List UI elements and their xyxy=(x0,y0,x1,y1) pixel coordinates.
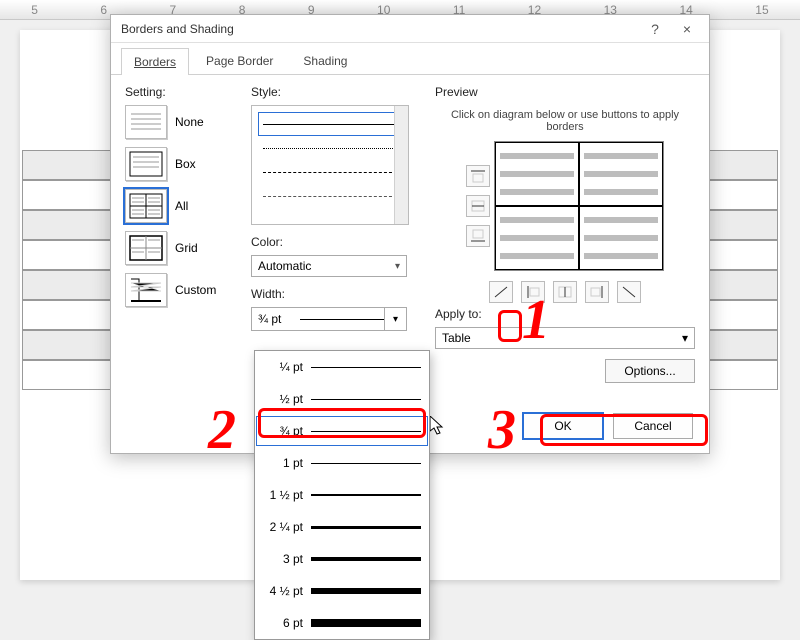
width-option-sample xyxy=(311,557,421,561)
apply-to-value: Table xyxy=(442,331,471,345)
setting-all[interactable]: All xyxy=(125,189,245,223)
width-dropdown-list[interactable]: ¼ pt ½ pt ¾ pt 1 pt 1 ½ pt 2 ¼ pt 3 pt 4 ½ pt 6 … xyxy=(254,350,430,640)
preview-btn-right-border[interactable] xyxy=(585,281,609,303)
width-combo[interactable]: ¾ pt ▾ xyxy=(251,307,407,331)
width-option-label: 2 ¼ pt xyxy=(263,520,311,534)
setting-custom[interactable]: Custom xyxy=(125,273,245,307)
width-option[interactable]: ¾ pt xyxy=(255,415,429,447)
close-button[interactable]: × xyxy=(671,21,703,37)
setting-grid-label: Grid xyxy=(175,241,198,255)
help-button[interactable]: ? xyxy=(639,21,671,37)
width-dropdown-button[interactable]: ▾ xyxy=(384,308,406,330)
setting-none-icon xyxy=(125,105,167,139)
width-option-label: ½ pt xyxy=(263,392,311,406)
width-option[interactable]: 1 pt xyxy=(255,447,429,479)
preview-btn-bottom-border[interactable] xyxy=(466,225,490,247)
width-option[interactable]: ½ pt xyxy=(255,383,429,415)
width-option-label: 1 ½ pt xyxy=(263,488,311,502)
style-scrollbar[interactable] xyxy=(394,106,408,224)
tab-borders[interactable]: Borders xyxy=(121,48,189,75)
setting-custom-label: Custom xyxy=(175,283,216,297)
chevron-down-icon: ▾ xyxy=(395,261,400,272)
preview-btn-top-border[interactable] xyxy=(466,165,490,187)
width-option-sample xyxy=(311,619,421,627)
style-option-dots[interactable] xyxy=(258,136,402,160)
width-option-sample xyxy=(311,463,421,464)
color-combo[interactable]: Automatic ▾ xyxy=(251,255,407,277)
setting-custom-icon xyxy=(125,273,167,307)
width-option[interactable]: 6 pt xyxy=(255,607,429,639)
width-option-label: ¼ pt xyxy=(263,360,311,374)
chevron-down-icon: ▾ xyxy=(682,331,688,345)
options-button[interactable]: Options... xyxy=(605,359,695,383)
apply-to-label: Apply to: xyxy=(435,307,695,321)
width-option-label: 4 ½ pt xyxy=(263,584,311,598)
apply-to-combo[interactable]: Table ▾ xyxy=(435,327,695,349)
color-label: Color: xyxy=(251,235,421,249)
setting-none-label: None xyxy=(175,115,204,129)
cursor-icon xyxy=(430,416,446,436)
color-value: Automatic xyxy=(258,259,311,273)
width-option-label: 1 pt xyxy=(263,456,311,470)
width-option[interactable]: 4 ½ pt xyxy=(255,575,429,607)
setting-none[interactable]: None xyxy=(125,105,245,139)
width-option-sample xyxy=(311,399,421,400)
setting-box-icon xyxy=(125,147,167,181)
width-label: Width: xyxy=(251,287,421,301)
tab-shading[interactable]: Shading xyxy=(290,47,360,74)
setting-label: Setting: xyxy=(125,85,245,99)
preview-btn-inside-vertical[interactable] xyxy=(553,281,577,303)
preview-diagram[interactable] xyxy=(494,141,664,271)
tab-strip: Borders Page Border Shading xyxy=(111,43,709,75)
width-option[interactable]: ¼ pt xyxy=(255,351,429,383)
cancel-button[interactable]: Cancel xyxy=(613,413,693,439)
preview-label: Preview xyxy=(435,85,695,99)
width-option-label: 3 pt xyxy=(263,552,311,566)
setting-box-label: Box xyxy=(175,157,196,171)
setting-grid[interactable]: Grid xyxy=(125,231,245,265)
setting-box[interactable]: Box xyxy=(125,147,245,181)
width-option[interactable]: 1 ½ pt xyxy=(255,479,429,511)
setting-all-icon xyxy=(125,189,167,223)
preview-btn-diag1[interactable] xyxy=(489,281,513,303)
setting-all-label: All xyxy=(175,199,188,213)
preview-btn-inside-horizontal[interactable] xyxy=(466,195,490,217)
dialog-title: Borders and Shading xyxy=(117,22,639,36)
width-value: ¾ pt xyxy=(252,312,300,326)
preview-btn-left-border[interactable] xyxy=(521,281,545,303)
width-option-label: 6 pt xyxy=(263,616,311,630)
titlebar: Borders and Shading ? × xyxy=(111,15,709,43)
width-option-label: ¾ pt xyxy=(263,424,311,438)
style-listbox[interactable] xyxy=(251,105,409,225)
width-option-sample xyxy=(311,431,421,432)
style-option-dashdot[interactable] xyxy=(258,184,402,208)
style-option-solid[interactable] xyxy=(258,112,402,136)
preview-hint: Click on diagram below or use buttons to… xyxy=(435,109,695,133)
width-option[interactable]: 3 pt xyxy=(255,543,429,575)
width-sample-line xyxy=(300,319,384,320)
ok-button[interactable]: OK xyxy=(523,413,603,439)
width-option-sample xyxy=(311,494,421,496)
tab-page-border[interactable]: Page Border xyxy=(193,47,286,74)
width-option[interactable]: 2 ¼ pt xyxy=(255,511,429,543)
width-option-sample xyxy=(311,588,421,594)
style-option-dashes[interactable] xyxy=(258,160,402,184)
preview-btn-diag2[interactable] xyxy=(617,281,641,303)
setting-grid-icon xyxy=(125,231,167,265)
width-option-sample xyxy=(311,526,421,529)
style-label: Style: xyxy=(251,85,421,99)
width-option-sample xyxy=(311,367,421,368)
